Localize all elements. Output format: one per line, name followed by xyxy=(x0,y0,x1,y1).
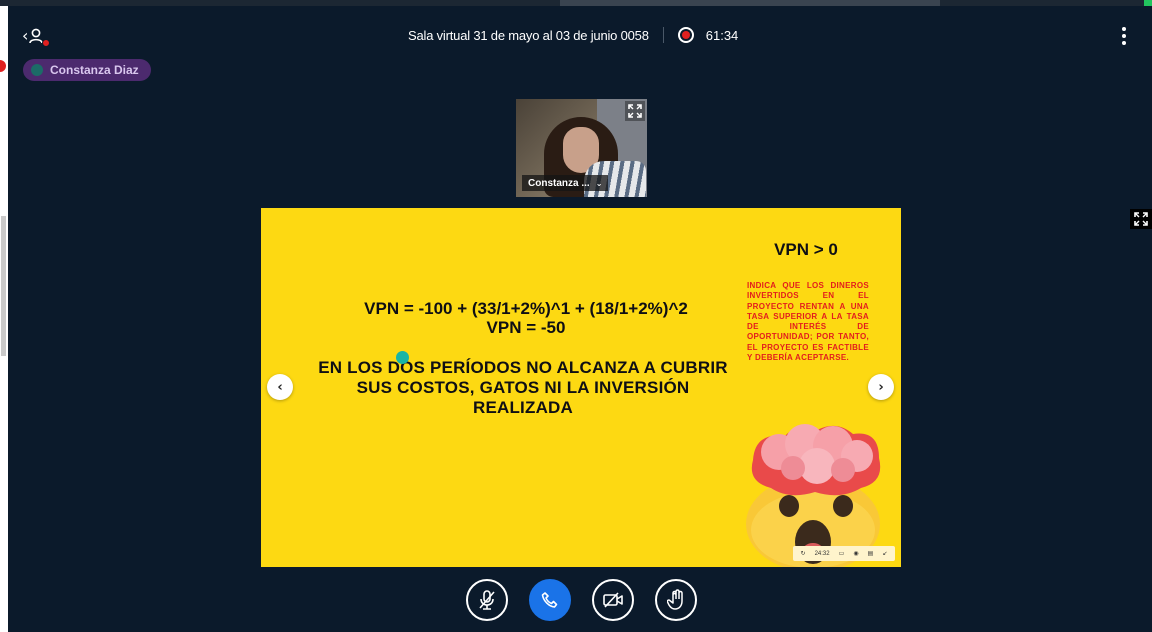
chevron-left-icon: ‹ xyxy=(277,379,283,395)
divider xyxy=(662,27,664,43)
screen-icon[interactable]: ▭ xyxy=(839,550,845,557)
next-slide-button[interactable]: › xyxy=(868,374,894,400)
call-button[interactable] xyxy=(529,579,571,621)
mute-button[interactable] xyxy=(466,579,508,621)
kebab-menu-icon[interactable] xyxy=(1114,24,1134,48)
camera-off-icon xyxy=(603,592,623,608)
left-panel-edge xyxy=(0,6,8,632)
record-icon[interactable] xyxy=(677,27,694,43)
raise-hand-button[interactable] xyxy=(655,579,697,621)
refresh-icon[interactable]: ↻ xyxy=(801,550,806,557)
webcam-tile[interactable]: Constanza ... ⌄ xyxy=(516,99,647,197)
side-description: INDICA QUE LOS DINEROS INVERTIDOS EN EL … xyxy=(747,281,869,363)
status-indicator xyxy=(1144,0,1152,6)
slide-conclusion: EN LOS DOS PERÍODOS NO ALCANZA A CUBRIR … xyxy=(318,358,728,417)
collapse-icon[interactable]: ↙ xyxy=(882,550,887,557)
chevron-left-icon: ‹ xyxy=(22,26,29,45)
presenter-badge: Constanza Diaz xyxy=(23,59,151,81)
caption-icon[interactable]: ▤ xyxy=(868,550,874,557)
fullscreen-icon[interactable] xyxy=(1130,209,1152,229)
side-title: VPN > 0 xyxy=(774,240,838,259)
chevron-down-icon: ⌄ xyxy=(595,178,603,188)
recording-time: 61:34 xyxy=(705,27,739,43)
prev-slide-button[interactable]: ‹ xyxy=(267,374,293,400)
browser-top-strip xyxy=(0,0,1152,6)
presenter-pointer xyxy=(396,351,409,364)
slide-toolbar[interactable]: ↻ 24:32 ▭ ◉ ▤ ↙ xyxy=(793,546,895,561)
alert-dot xyxy=(42,39,50,47)
users-panel-button[interactable]: ‹ xyxy=(22,24,52,48)
presenter-name: Constanza Diaz xyxy=(50,63,139,77)
title-bar: Sala virtual 31 de mayo al 03 de junio 0… xyxy=(408,26,738,44)
webcam-name-label[interactable]: Constanza ... ⌄ xyxy=(522,175,609,191)
raise-hand-icon xyxy=(667,589,683,610)
presentation-slide: VPN = -100 + (33/1+2%)^1 + (18/1+2%)^2 V… xyxy=(261,208,901,567)
expand-icon[interactable] xyxy=(625,101,645,121)
mic-muted-icon xyxy=(479,590,495,610)
meeting-title: Sala virtual 31 de mayo al 03 de junio 0… xyxy=(408,27,649,43)
chevron-right-icon: › xyxy=(878,379,884,395)
equation-line-2: VPN = -50 xyxy=(486,318,566,337)
meeting-header: ‹ Sala virtual 31 de mayo al 03 de junio… xyxy=(8,20,1152,50)
vpn-equation: VPN = -100 + (33/1+2%)^1 + (18/1+2%)^2 V… xyxy=(321,299,731,337)
broadcast-icon[interactable]: ◉ xyxy=(853,550,858,557)
camera-button[interactable] xyxy=(592,579,634,621)
presenter-status-dot xyxy=(31,64,43,76)
tab-bar-segment xyxy=(560,0,940,6)
scrollbar-thumb[interactable] xyxy=(1,216,6,356)
equation-line-1: VPN = -100 + (33/1+2%)^1 + (18/1+2%)^2 xyxy=(364,299,688,318)
webcam-name: Constanza ... xyxy=(528,177,590,189)
toolbar-time: 24:32 xyxy=(814,550,830,557)
phone-icon xyxy=(541,592,558,608)
